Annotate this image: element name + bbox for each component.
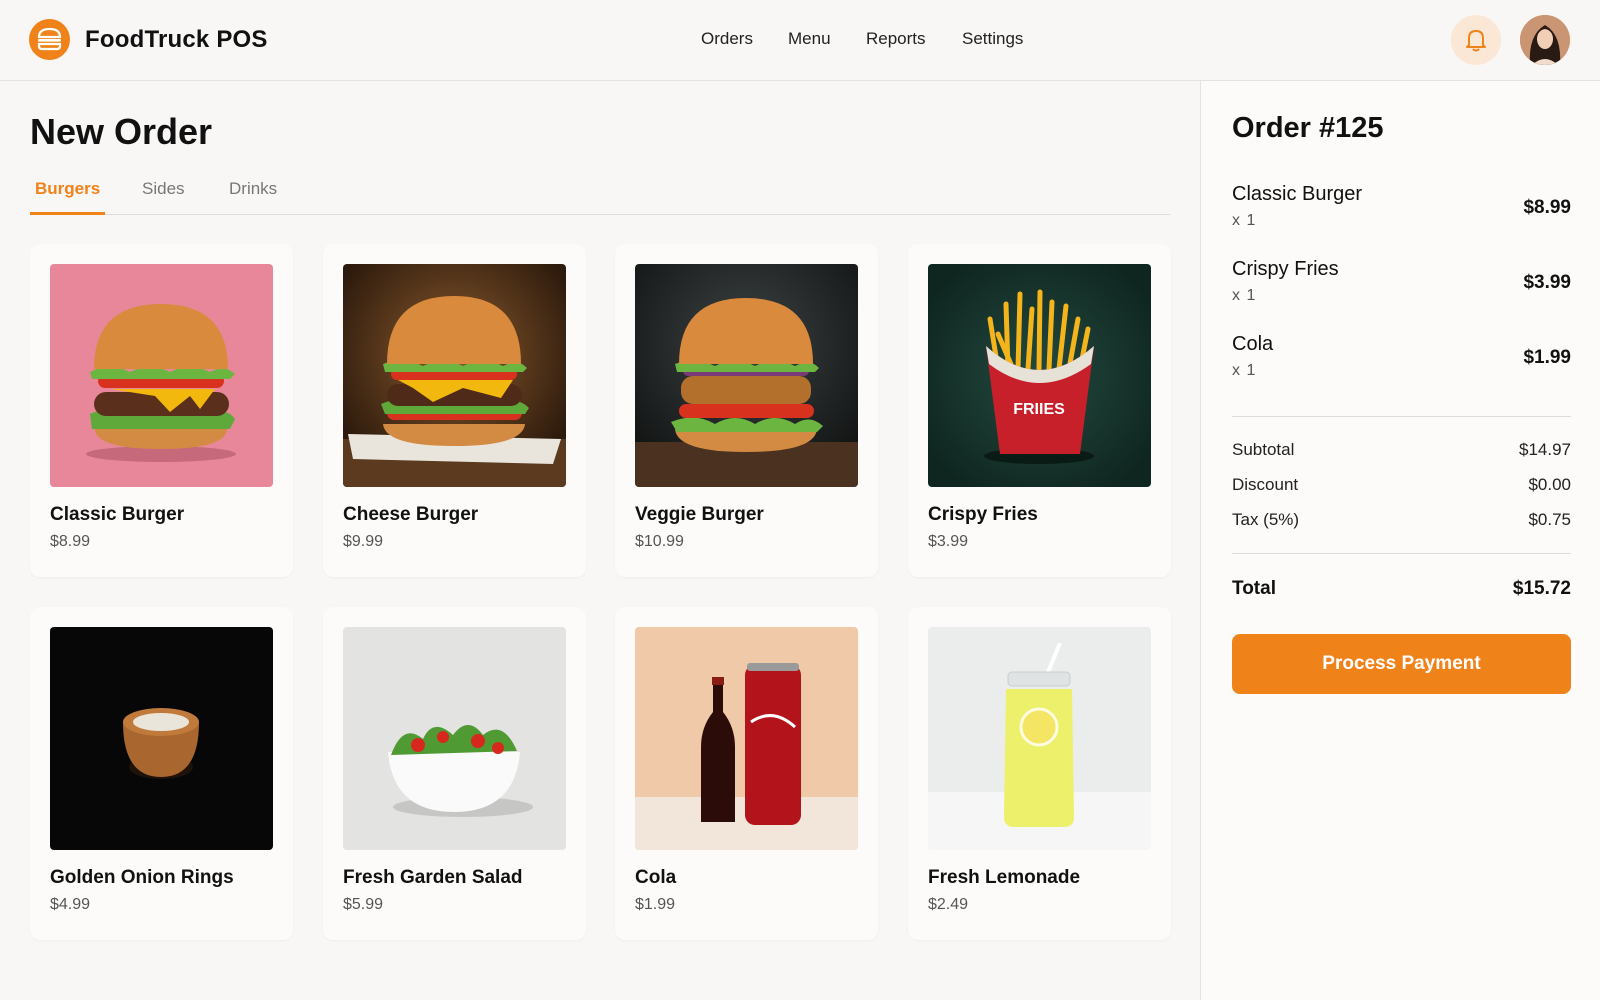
divider [1232, 553, 1571, 554]
product-name: Crispy Fries [928, 504, 1038, 525]
cola-image [635, 627, 858, 850]
nav-orders[interactable]: Orders [701, 29, 753, 49]
category-tabs: Burgers Sides Drinks [30, 177, 1170, 215]
tax-value: $0.75 [1528, 510, 1571, 529]
product-price: $4.99 [50, 896, 91, 913]
veggie-burger-image [635, 264, 858, 487]
salad-image [343, 627, 566, 850]
divider [1232, 416, 1571, 417]
burger-logo-icon [29, 19, 70, 60]
product-name: Veggie Burger [635, 504, 764, 525]
product-area: New Order Burgers Sides Drinks Classic B… [0, 81, 1200, 1000]
product-name: Classic Burger [50, 504, 185, 525]
product-name: Golden Onion Rings [50, 867, 234, 888]
product-card-cheese-burger[interactable]: Cheese Burger $9.99 [323, 244, 586, 577]
crispy-fries-image: FRIIES [928, 264, 1151, 487]
product-card-cola[interactable]: Cola $1.99 [615, 607, 878, 940]
product-price: $8.99 [50, 533, 91, 550]
fries-box-label: FRIIES [1013, 401, 1065, 418]
product-price: $2.49 [928, 896, 969, 913]
order-item-price: $8.99 [1523, 197, 1571, 218]
total-value: $15.72 [1512, 578, 1571, 599]
product-card-fresh-lemonade[interactable]: Fresh Lemonade $2.49 [908, 607, 1171, 940]
product-name: Fresh Garden Salad [343, 867, 523, 888]
subtotal-label: Subtotal [1232, 440, 1295, 459]
discount-value: $0.00 [1528, 475, 1571, 494]
order-item-qty: x 1 [1232, 287, 1257, 304]
order-item-qty: x 1 [1232, 212, 1257, 229]
nav-settings[interactable]: Settings [962, 29, 1023, 49]
process-payment-button[interactable]: Process Payment [1232, 634, 1571, 694]
tax-label: Tax (5%) [1232, 510, 1300, 529]
order-item-name: Cola [1232, 333, 1274, 355]
order-item-price: $1.99 [1523, 347, 1571, 368]
order-title: Order #125 [1232, 112, 1384, 144]
app-title: FoodTruck POS [85, 26, 268, 53]
user-avatar[interactable] [1520, 15, 1570, 65]
lemonade-image [928, 627, 1151, 850]
top-bar: FoodTruck POS Orders Menu Reports Settin… [0, 0, 1600, 81]
tab-sides[interactable]: Sides [137, 177, 190, 215]
product-card-veggie-burger[interactable]: Veggie Burger $10.99 [615, 244, 878, 577]
product-card-crispy-fries[interactable]: FRIIES Crispy Fries $3.99 [908, 244, 1171, 577]
order-item-name: Crispy Fries [1232, 258, 1339, 280]
order-item-price: $3.99 [1523, 272, 1571, 293]
product-name: Cheese Burger [343, 504, 479, 525]
notifications-button[interactable] [1451, 15, 1501, 65]
total-label: Total [1232, 578, 1276, 599]
tab-burgers[interactable]: Burgers [30, 177, 106, 215]
nav-reports[interactable]: Reports [866, 29, 926, 49]
tab-drinks[interactable]: Drinks [224, 177, 282, 215]
cheese-burger-image [343, 264, 566, 487]
order-item-qty: x 1 [1232, 362, 1257, 379]
subtotal-value: $14.97 [1519, 440, 1571, 459]
product-price: $3.99 [928, 533, 969, 550]
product-name: Fresh Lemonade [928, 867, 1081, 888]
page-title: New Order [30, 111, 213, 152]
order-item-name: Classic Burger [1232, 183, 1363, 205]
order-panel: Order #125 Classic Burger x 1 $8.99 Cris… [1200, 81, 1600, 1000]
product-card-classic-burger[interactable]: Classic Burger $8.99 [30, 244, 293, 577]
bell-icon [1466, 30, 1486, 52]
product-card-golden-onion-rings[interactable]: Golden Onion Rings $4.99 [30, 607, 293, 940]
product-price: $5.99 [343, 896, 384, 913]
classic-burger-image [50, 264, 273, 487]
product-card-fresh-garden-salad[interactable]: Fresh Garden Salad $5.99 [323, 607, 586, 940]
product-price: $9.99 [343, 533, 384, 550]
onion-rings-image [50, 627, 273, 850]
discount-label: Discount [1232, 475, 1299, 494]
product-price: $10.99 [635, 533, 684, 550]
product-price: $1.99 [635, 896, 676, 913]
product-name: Cola [635, 867, 677, 888]
nav-menu[interactable]: Menu [788, 29, 831, 49]
